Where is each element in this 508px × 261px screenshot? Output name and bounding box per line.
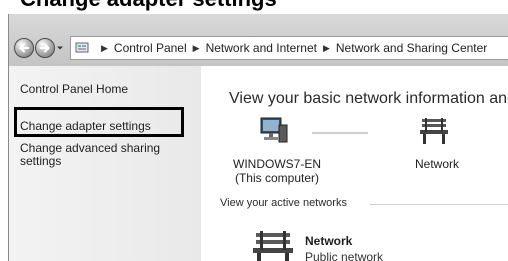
computer-name: WINDOWS7-EN (233, 157, 321, 171)
forward-button[interactable] (35, 38, 55, 58)
page-title: View your basic network information and … (229, 90, 508, 107)
active-networks-header: View your active networks (220, 197, 508, 211)
bench-icon (420, 118, 448, 144)
computer-subtitle: (This computer) (234, 171, 320, 185)
explorer-window: ▶ Control Panel ▶ Network and Internet ▶… (8, 14, 508, 261)
address-bar[interactable]: ▶ Control Panel ▶ Network and Internet ▶… (70, 36, 508, 60)
breadcrumb-separator: ▶ (101, 42, 108, 53)
active-network-type-link[interactable]: Public network (305, 250, 383, 261)
computer-icon (260, 117, 288, 143)
breadcrumb-control-panel[interactable]: Control Panel (114, 41, 187, 55)
active-network-name: Network (305, 234, 353, 248)
breadcrumb-network-and-internet[interactable]: Network and Internet (206, 41, 317, 55)
caption: Change adapter settings (0, 0, 508, 14)
chevron-down-icon[interactable] (56, 44, 64, 52)
divider (370, 204, 508, 205)
forward-arrow-icon (39, 43, 50, 53)
bench-icon (253, 231, 293, 261)
change-adapter-settings-link[interactable]: Change adapter settings (20, 120, 151, 133)
control-panel-icon (75, 42, 89, 53)
network-map-label: Network (415, 157, 460, 171)
back-button[interactable] (14, 38, 34, 58)
back-arrow-icon (19, 43, 30, 53)
breadcrumb-network-and-sharing-center[interactable]: Network and Sharing Center (336, 41, 487, 55)
change-advanced-sharing-settings-link[interactable]: Change advanced sharing settings (20, 142, 180, 168)
left-pane: Control Panel Home Change adapter settin… (9, 66, 201, 261)
control-panel-home-link[interactable]: Control Panel Home (20, 83, 128, 96)
breadcrumb-separator: ▶ (322, 42, 330, 53)
navigation-row: ▶ Control Panel ▶ Network and Internet ▶… (9, 36, 508, 66)
main-content: View your basic network information and … (201, 66, 508, 261)
window-frame-top: ▶ Control Panel ▶ Network and Internet ▶… (9, 14, 508, 66)
caption-text: Change adapter settings (20, 0, 277, 12)
network-map-line (312, 132, 368, 134)
breadcrumb-separator: ▶ (192, 42, 200, 53)
active-networks-label: View your active networks (220, 197, 351, 209)
